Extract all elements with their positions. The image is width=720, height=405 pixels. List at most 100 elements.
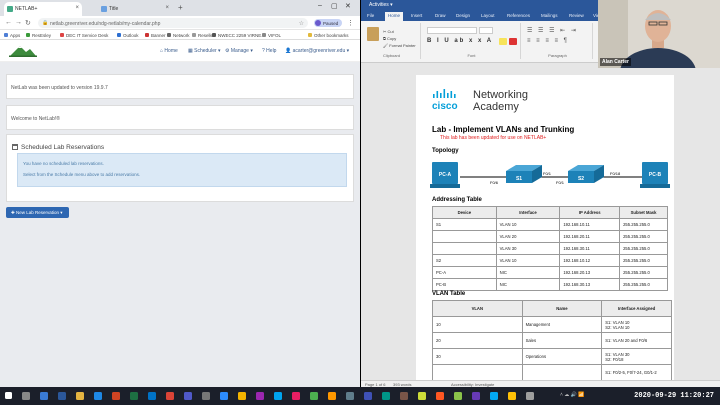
app-icon[interactable] bbox=[292, 392, 300, 400]
system-tray-icons[interactable]: ˄ ☁ 🔊 📶 bbox=[560, 392, 585, 398]
bookmark-3[interactable]: Outlook bbox=[117, 33, 139, 38]
nav-help[interactable]: ? Help bbox=[262, 48, 276, 54]
font-name-select[interactable] bbox=[427, 27, 477, 34]
app-icon[interactable] bbox=[328, 392, 336, 400]
bookmark-7[interactable]: NWECC 2259 VIRNE... bbox=[212, 33, 265, 38]
zoom-icon[interactable] bbox=[220, 392, 228, 400]
word-title[interactable]: Activities ▾ bbox=[369, 2, 393, 8]
maximize-icon[interactable]: ▢ bbox=[331, 2, 338, 10]
bookmark-8[interactable]: VIFOL bbox=[262, 33, 281, 38]
tab-title[interactable]: Title × bbox=[98, 2, 172, 16]
url-input[interactable]: 🔒 netlab.greenriver.edu/ndg-netlab/my-ca… bbox=[38, 18, 308, 28]
app-icon[interactable] bbox=[400, 392, 408, 400]
reservations-title: Scheduled Lab Reservations bbox=[21, 144, 105, 151]
excel-icon[interactable] bbox=[130, 392, 138, 400]
tab-layout[interactable]: Layout bbox=[481, 13, 495, 18]
tab-netlab[interactable]: NETLAB+ × bbox=[4, 2, 82, 16]
minimize-icon[interactable]: – bbox=[318, 2, 322, 9]
netlab-logo-icon[interactable] bbox=[8, 43, 38, 58]
menu-kebab-icon[interactable]: ⋮ bbox=[347, 19, 354, 27]
no-reservations-notice: You have no scheduled lab reservations. … bbox=[17, 153, 347, 187]
app-icon[interactable] bbox=[382, 392, 390, 400]
profile-button[interactable]: Paused bbox=[314, 19, 342, 27]
app-icon[interactable] bbox=[274, 392, 282, 400]
bookmark-5[interactable]: Network bbox=[167, 33, 190, 38]
back-icon[interactable]: ← bbox=[5, 19, 12, 26]
app-icon[interactable] bbox=[202, 392, 210, 400]
tab-home[interactable]: Home bbox=[385, 12, 404, 21]
new-tab-icon[interactable]: + bbox=[178, 3, 183, 12]
webcam-overlay: Alan Carter bbox=[598, 0, 720, 68]
bookmark-star-icon[interactable]: ☆ bbox=[299, 20, 304, 27]
font-format-buttons[interactable]: B I U ab x x A bbox=[427, 38, 493, 44]
taskbar-clock[interactable]: 2020-09-29 11:20:27 bbox=[634, 392, 714, 400]
app-icon[interactable] bbox=[526, 392, 534, 400]
reload-icon[interactable]: ↻ bbox=[25, 19, 31, 27]
app-icon[interactable] bbox=[346, 392, 354, 400]
addressing-cell: NIC bbox=[495, 278, 561, 291]
bookmark-1[interactable]: ResEsley bbox=[26, 33, 51, 38]
tab-design[interactable]: Design bbox=[456, 13, 470, 18]
app-icon[interactable] bbox=[490, 392, 498, 400]
explorer-icon[interactable] bbox=[76, 392, 84, 400]
start-icon[interactable] bbox=[5, 392, 12, 399]
nav-manage[interactable]: ⚙ Manage ▾ bbox=[225, 48, 253, 54]
cut-button[interactable]: ✂ Cut bbox=[383, 28, 416, 35]
tab-draw[interactable]: Draw bbox=[435, 13, 446, 18]
addressing-cell: 255.255.255.0 bbox=[619, 218, 668, 231]
bookmark-2[interactable]: DEC IT Service Desk bbox=[60, 33, 108, 38]
paste-icon[interactable] bbox=[367, 27, 379, 41]
tab-file[interactable]: File bbox=[367, 13, 374, 18]
app-icon[interactable] bbox=[508, 392, 516, 400]
list-buttons[interactable]: ☰ ☰ ☰ ⇤ ⇥ bbox=[527, 27, 578, 34]
close-window-icon[interactable]: ✕ bbox=[345, 2, 351, 10]
vlan-cell: S1: VLAN 30 S2: F0/18 bbox=[601, 348, 672, 365]
addressing-cell: PC-A bbox=[432, 266, 497, 279]
port-label-f06: F0/6 bbox=[490, 180, 499, 185]
bookmark-4[interactable]: Banner bbox=[145, 33, 166, 38]
copy-button[interactable]: ⧉ Copy bbox=[383, 35, 416, 42]
app-icon[interactable] bbox=[238, 392, 246, 400]
format-painter-button[interactable]: 🖌 Format Painter bbox=[383, 42, 416, 49]
tab-references[interactable]: References bbox=[507, 13, 530, 18]
bookmark-apps[interactable]: Apps bbox=[4, 33, 20, 38]
outlook-icon[interactable] bbox=[148, 392, 156, 400]
font-color-icon[interactable] bbox=[509, 38, 517, 45]
close-tab-icon[interactable]: × bbox=[165, 5, 169, 11]
avatar bbox=[315, 20, 321, 26]
font-group: B I U ab x x A Font bbox=[423, 23, 521, 59]
align-buttons[interactable]: ≡ ≡ ≡ ≡ ¶ bbox=[527, 38, 569, 44]
forward-icon[interactable]: → bbox=[15, 19, 22, 26]
bookmark-other[interactable]: Other bookmarks bbox=[308, 33, 349, 38]
word-app-icon[interactable] bbox=[58, 392, 66, 400]
highlight-color-icon[interactable] bbox=[499, 38, 507, 45]
close-tab-icon[interactable]: × bbox=[75, 5, 79, 11]
document-page[interactable]: cisco Networking Academy Lab - Implement… bbox=[416, 75, 674, 387]
tab-insert[interactable]: Insert bbox=[411, 13, 422, 18]
teams-icon[interactable] bbox=[184, 392, 192, 400]
nav-home[interactable]: ⌂ Home bbox=[160, 48, 178, 54]
taskview-icon[interactable] bbox=[40, 392, 48, 400]
topology-diagram: PC-A S1 S2 PC-B F0/6 F0/1 F0/1 F0/18 bbox=[430, 162, 670, 188]
addressing-cell: VLAN 20 bbox=[495, 230, 561, 243]
app-icon[interactable] bbox=[364, 392, 372, 400]
new-lab-reservation-button[interactable]: ✚ New Lab Reservation ▾ bbox=[6, 207, 69, 218]
app-icon[interactable] bbox=[310, 392, 318, 400]
app-icon[interactable] bbox=[472, 392, 480, 400]
chrome-icon[interactable] bbox=[166, 392, 174, 400]
tab-mailings[interactable]: Mailings bbox=[541, 13, 558, 18]
switch-s1-icon: S1 bbox=[506, 165, 542, 183]
app-icon[interactable] bbox=[256, 392, 264, 400]
clipboard-group-label: Clipboard bbox=[382, 53, 401, 58]
search-icon[interactable] bbox=[22, 392, 30, 400]
font-size-select[interactable] bbox=[479, 27, 493, 34]
powerpoint-icon[interactable] bbox=[112, 392, 120, 400]
addressing-cell: S1 bbox=[432, 218, 497, 231]
edge-icon[interactable] bbox=[94, 392, 102, 400]
app-icon[interactable] bbox=[418, 392, 426, 400]
nav-user[interactable]: 👤 acarter@greenriver.edu ▾ bbox=[285, 48, 349, 54]
tab-review[interactable]: Review bbox=[569, 13, 584, 18]
app-icon[interactable] bbox=[436, 392, 444, 400]
app-icon[interactable] bbox=[454, 392, 462, 400]
nav-scheduler[interactable]: ▦ Scheduler ▾ bbox=[188, 48, 221, 54]
